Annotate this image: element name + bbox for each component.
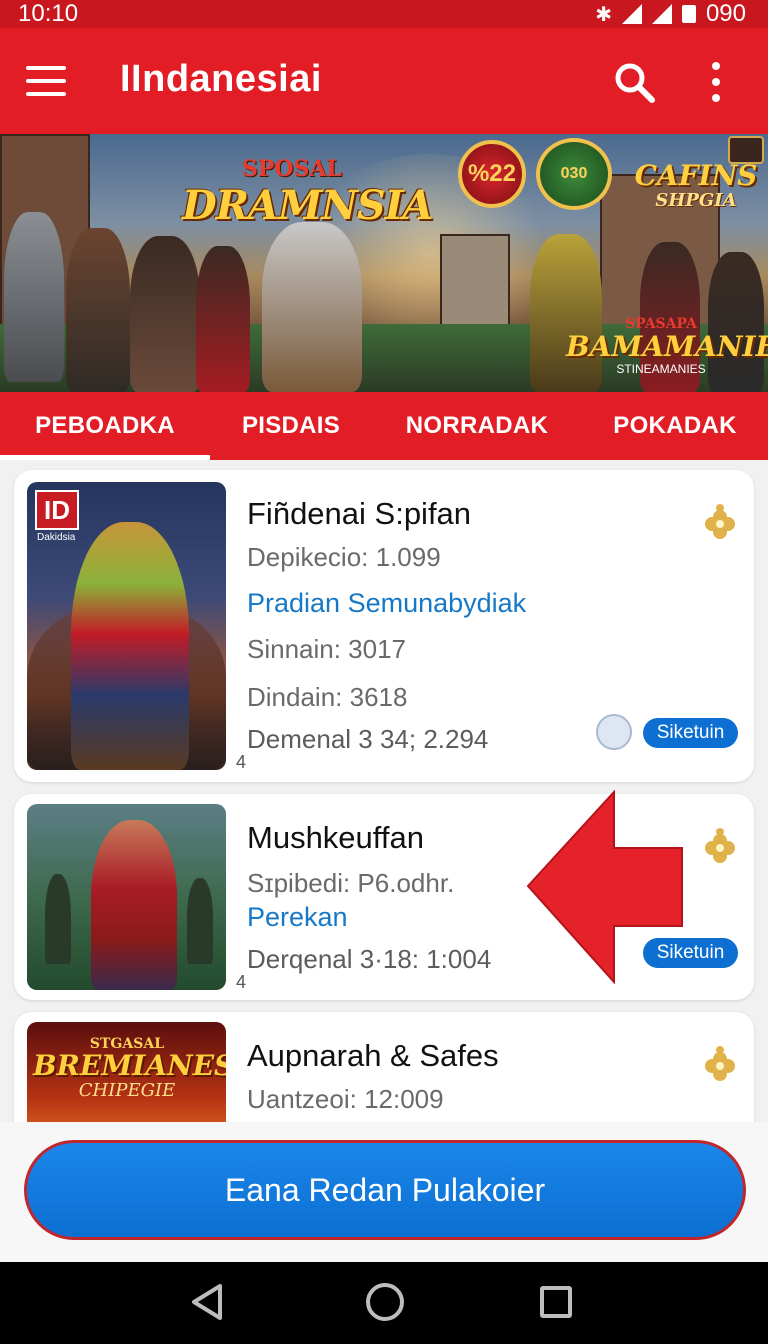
thumb-zombie-left	[45, 874, 71, 964]
tab-peboadka[interactable]: PEBOADKA	[0, 392, 210, 460]
game-thumbnail	[27, 804, 226, 990]
game-title: Fiñdenai S:pifan	[247, 496, 472, 531]
status-bar: 10:10 ✱ 090	[0, 0, 768, 28]
thumb-heroine	[71, 522, 189, 770]
recent-apps-icon[interactable]	[540, 1286, 572, 1318]
primary-action-button[interactable]: Eana Redan Pulakoier	[24, 1140, 746, 1240]
game-card[interactable]: ID Dakidsia Fiñdenai S:pifan Depikecio: …	[14, 470, 754, 782]
category-tabs: PEBOADKA PISDAIS NORRADAK POKADAK	[0, 392, 768, 460]
thumb-logo-sub: CHIPEGIE	[78, 1080, 176, 1101]
thumb-logo-sub: Dakidsia	[37, 532, 76, 543]
bluetooth-icon: ✱	[595, 3, 612, 26]
red-arrow-icon	[526, 790, 683, 984]
banner-logo-main: SPOSAL DRAMNSIA	[182, 156, 433, 229]
more-vert-icon[interactable]	[708, 62, 724, 102]
avatar-icon[interactable]	[596, 714, 632, 750]
thumb-logo-big: BREMIANES	[33, 1049, 226, 1082]
signal-icon	[621, 4, 642, 24]
app-bar: IIndanesiai	[0, 28, 768, 134]
banner-badge-green: 030	[536, 138, 612, 210]
flower-icon[interactable]	[700, 826, 740, 870]
banner-logo-right: CAFINS SHPGIA	[626, 159, 766, 212]
game-link[interactable]: Perekan	[247, 902, 348, 933]
game-link[interactable]: Pradian Semunabydiak	[247, 588, 526, 619]
thumb-logo: ID	[35, 490, 79, 530]
tab-label: NORRADAK	[405, 412, 549, 439]
game-info-line: Derqenal 3·18: 1:004	[247, 944, 492, 974]
game-title: Aupnarah & Safes	[247, 1038, 499, 1073]
game-count: 4	[236, 972, 247, 992]
bottom-action-area: Eana Redan Pulakoier	[0, 1122, 768, 1262]
banner-character-1	[66, 228, 130, 392]
banner-logo-bottom-tag: STINEAMANIES	[616, 362, 706, 376]
game-info-line: Uantzeoi: 12:009	[247, 1084, 444, 1114]
status-pill[interactable]: Siketuin	[643, 718, 738, 748]
battery-text: 090	[705, 0, 746, 27]
tab-label: POKADAK	[613, 412, 737, 439]
app-title: IIndanesiai	[120, 58, 322, 100]
banner-logo-bottom-big: BAMAMANIES	[566, 330, 768, 363]
flower-icon[interactable]	[700, 502, 740, 546]
game-info-line: Sinnain: 3017	[247, 634, 407, 664]
tab-pisdais[interactable]: PISDAIS	[210, 392, 372, 460]
thumb-game-logo: STGASAL BREMIANES CHIPEGIE	[33, 1036, 226, 1101]
game-count: 4	[236, 752, 247, 772]
tab-label: PEBOADKA	[35, 412, 175, 439]
thumb-zombie-right	[187, 878, 213, 964]
flower-icon[interactable]	[700, 1044, 740, 1088]
banner-logo-main-small: SPOSAL	[241, 156, 343, 182]
banner-building-center	[440, 234, 510, 334]
game-title: Mushkeuffan	[247, 820, 424, 855]
banner-character-wolf	[4, 212, 64, 382]
banner-character-warrior	[262, 222, 362, 392]
game-info-line: Dindain: 3618	[247, 682, 408, 712]
banner-character-2	[130, 236, 200, 392]
banner-character-3	[196, 246, 250, 392]
back-icon[interactable]	[190, 1282, 224, 1322]
game-thumbnail: ID Dakidsia	[27, 482, 226, 770]
wifi-signal-icon	[651, 4, 672, 24]
game-info-line: Sɪpibedi: P6.odhr.	[247, 868, 455, 898]
system-nav-bar	[0, 1262, 768, 1344]
tab-norradak[interactable]: NORRADAK	[372, 392, 582, 460]
status-icons: ✱ 090	[595, 0, 746, 28]
home-icon[interactable]	[366, 1283, 404, 1321]
thumb-warrior	[91, 820, 177, 990]
tab-active-indicator	[0, 455, 210, 460]
menu-icon[interactable]	[26, 66, 66, 96]
tab-pokadak[interactable]: POKADAK	[582, 392, 768, 460]
banner-badge-red: %22	[458, 140, 526, 208]
game-info-line: Depikecio: 1.099	[247, 542, 441, 572]
promo-banner[interactable]: SPOSAL DRAMNSIA %22 030 CAFINS SHPGIA SP…	[0, 134, 768, 392]
status-time: 10:10	[18, 0, 79, 27]
search-icon[interactable]	[612, 60, 656, 104]
battery-icon	[681, 5, 696, 23]
banner-logo-right-small: SHPGIA	[655, 190, 737, 211]
banner-logo-right-big: CAFINS	[634, 159, 758, 192]
banner-logo-main-big: DRAMNSIA	[182, 182, 433, 229]
tab-label: PISDAIS	[241, 412, 341, 439]
game-info-line: Demenal 3 34; 2.294	[247, 724, 489, 754]
banner-logo-bottom: SPASAPA BAMAMANIES STINEAMANIES	[566, 316, 768, 376]
